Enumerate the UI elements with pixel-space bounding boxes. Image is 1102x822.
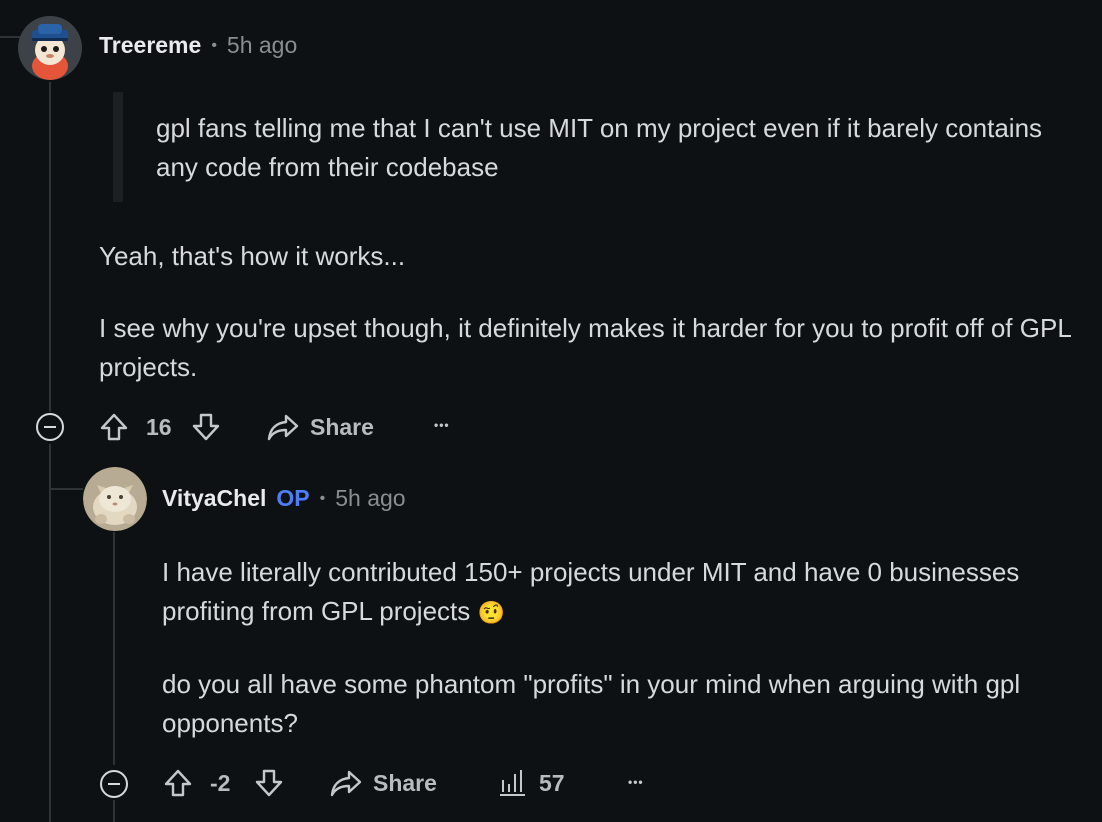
avatar[interactable] bbox=[83, 467, 147, 531]
share-button[interactable]: Share bbox=[266, 412, 374, 442]
upvote-icon bbox=[164, 769, 192, 797]
username[interactable]: Treereme bbox=[99, 32, 201, 59]
username[interactable]: VityaChel bbox=[162, 485, 266, 512]
comment-paragraph: Yeah, that's how it works... bbox=[99, 241, 406, 271]
more-icon: ••• bbox=[628, 775, 644, 789]
comment-text: I have literally contributed 150+ projec… bbox=[162, 557, 1020, 626]
thread-line-top bbox=[0, 36, 20, 38]
downvote-button[interactable] bbox=[253, 767, 285, 799]
collapse-icon[interactable] bbox=[36, 413, 64, 441]
quoted-text: gpl fans telling me that I can't use MIT… bbox=[156, 113, 1043, 182]
vote-score: -2 bbox=[210, 770, 231, 796]
comment-paragraph: I see why you're upset though, it defini… bbox=[99, 313, 1071, 382]
comment-header: VityaChel OP • 5h ago bbox=[162, 485, 406, 512]
views-button[interactable]: 57 bbox=[497, 768, 565, 798]
share-icon bbox=[330, 770, 362, 797]
share-label: Share bbox=[373, 769, 437, 796]
thread-line-child bbox=[113, 532, 115, 765]
thread-line-parent-lower bbox=[49, 444, 51, 822]
comment-header: Treereme • 5h ago bbox=[99, 32, 297, 59]
avatar[interactable] bbox=[18, 16, 82, 80]
comment-paragraph: do you all have some phantom "profits" i… bbox=[162, 669, 1021, 738]
vote-count: -2 bbox=[210, 770, 230, 797]
share-button[interactable]: Share bbox=[329, 768, 437, 798]
more-options-button[interactable]: ••• bbox=[434, 418, 450, 432]
timestamp[interactable]: 5h ago bbox=[227, 32, 297, 59]
separator-dot: • bbox=[319, 489, 326, 507]
timestamp[interactable]: 5h ago bbox=[335, 485, 405, 512]
downvote-button[interactable] bbox=[190, 411, 222, 443]
share-label: Share bbox=[310, 413, 374, 440]
vote-count: 16 bbox=[146, 414, 172, 441]
more-options-button[interactable]: ••• bbox=[628, 775, 644, 789]
collapse-icon[interactable] bbox=[100, 770, 128, 798]
separator-dot: • bbox=[211, 36, 217, 54]
thread-line-child-lower bbox=[113, 800, 115, 822]
comment-thread: Treereme • 5h ago gpl fans telling me th… bbox=[0, 0, 1102, 822]
blockquote-bar bbox=[113, 92, 123, 202]
op-badge: OP bbox=[276, 485, 310, 511]
vote-score: 16 bbox=[146, 414, 172, 440]
upvote-button[interactable] bbox=[162, 767, 194, 799]
upvote-button[interactable] bbox=[98, 411, 130, 443]
share-icon bbox=[267, 414, 299, 441]
downvote-icon bbox=[192, 413, 220, 441]
upvote-icon bbox=[100, 413, 128, 441]
more-icon: ••• bbox=[434, 418, 450, 432]
comment-paragraph: I have literally contributed 150+ projec… bbox=[162, 553, 1062, 632]
downvote-icon bbox=[255, 769, 283, 797]
thread-line-parent bbox=[49, 82, 51, 412]
thread-branch bbox=[51, 488, 83, 490]
view-count: 57 bbox=[539, 769, 565, 796]
raised-eyebrow-emoji: 🤨 bbox=[477, 600, 505, 625]
views-icon bbox=[500, 770, 525, 796]
